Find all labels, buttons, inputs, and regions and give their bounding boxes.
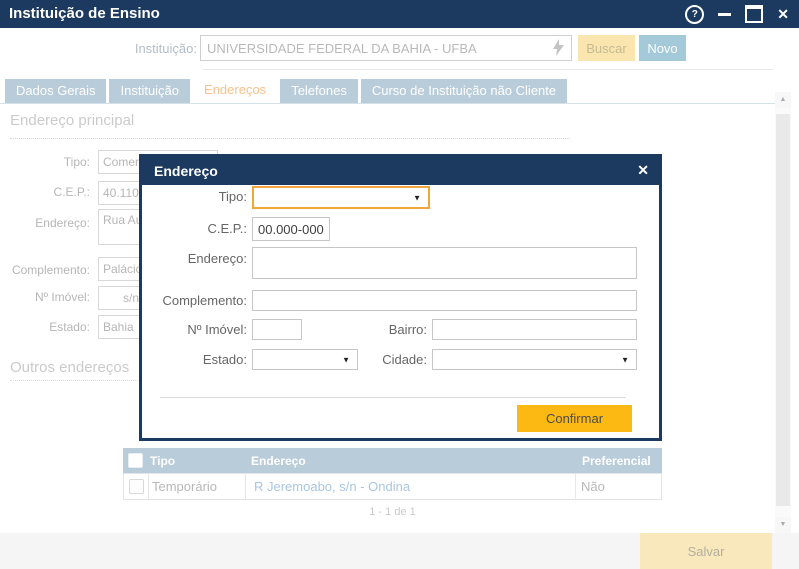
window-title: Instituição de Ensino xyxy=(9,5,160,22)
scrollbar-thumb[interactable] xyxy=(776,114,790,506)
tab-bar: Dados Gerais Instituição Endereços Telef… xyxy=(5,79,567,103)
modal-complemento-label: Complemento: xyxy=(147,293,247,308)
bg-cep-label: C.E.P.: xyxy=(2,185,90,199)
table-row[interactable]: Temporário R Jeremoabo, s/n - Ondina Não xyxy=(123,473,662,500)
close-icon[interactable]: ✕ xyxy=(777,7,789,21)
select-all-checkbox[interactable] xyxy=(128,453,143,468)
help-icon[interactable]: ? xyxy=(685,5,704,24)
tab-instituicao[interactable]: Instituição xyxy=(109,79,190,103)
modal-close-icon[interactable]: ✕ xyxy=(637,162,649,179)
modal-tipo-label: Tipo: xyxy=(147,189,247,204)
maximize-icon[interactable] xyxy=(745,5,763,23)
lightning-icon xyxy=(553,39,564,56)
modal-n-imovel-label: Nº Imóvel: xyxy=(147,322,247,337)
row-checkbox-cell xyxy=(124,474,148,499)
section-outros-enderecos: Outros endereços xyxy=(10,359,129,376)
table-header-row: Tipo Endereço Preferencial xyxy=(123,448,662,473)
pagination-status: 1 - 1 de 1 xyxy=(123,506,662,518)
section-endereco-principal: Endereço principal xyxy=(10,112,134,129)
row-preferencial: Não xyxy=(575,474,661,499)
chevron-down-icon: ▼ xyxy=(621,355,629,364)
modal-n-imovel-input[interactable] xyxy=(252,319,302,340)
modal-cep-label: C.E.P.: xyxy=(147,221,247,236)
tab-bottom-border xyxy=(0,103,775,104)
window-titlebar: Instituição de Ensino ? ✕ xyxy=(0,0,799,28)
modal-endereco-label: Endereço: xyxy=(147,251,247,266)
address-link[interactable]: R Jeremoabo, s/n - Ondina xyxy=(254,479,410,494)
header-checkbox-cell xyxy=(123,448,147,473)
header-endereco: Endereço xyxy=(243,448,577,473)
tab-telefones[interactable]: Telefones xyxy=(280,79,358,103)
bg-endereco-label: Endereço: xyxy=(2,216,90,230)
modal-bairro-label: Bairro: xyxy=(327,322,427,337)
modal-complemento-input[interactable] xyxy=(252,290,637,311)
row-tipo: Temporário xyxy=(148,474,245,499)
bg-tipo-label: Tipo: xyxy=(2,155,90,169)
modal-cidade-select[interactable]: ▼ xyxy=(432,349,637,370)
modal-cep-input[interactable] xyxy=(252,217,330,241)
row-endereco: R Jeremoabo, s/n - Ondina xyxy=(245,474,575,499)
tab-dados-gerais[interactable]: Dados Gerais xyxy=(5,79,106,103)
scroll-up-icon[interactable]: ▲ xyxy=(775,92,791,108)
scroll-down-icon[interactable]: ▼ xyxy=(775,517,791,533)
novo-button[interactable]: Novo xyxy=(639,35,686,61)
bg-complemento-label: Complemento: xyxy=(2,263,90,277)
institution-input[interactable] xyxy=(200,35,572,61)
institution-window: Instituição de Ensino ? ✕ Instituição: B… xyxy=(0,0,799,569)
modal-title: Endereço xyxy=(154,163,218,179)
search-separator xyxy=(203,69,773,70)
row-checkbox[interactable] xyxy=(129,479,144,494)
modal-footer-divider xyxy=(160,397,626,398)
modal-cidade-label: Cidade: xyxy=(327,352,427,367)
tab-curso-nao-cliente[interactable]: Curso de Instituição não Cliente xyxy=(361,79,567,103)
confirmar-button[interactable]: Confirmar xyxy=(517,405,632,432)
header-tipo: Tipo xyxy=(147,448,243,473)
institution-field-label: Instituição: xyxy=(60,41,197,56)
section-divider-1 xyxy=(10,138,570,139)
bg-estado-label: Estado: xyxy=(2,320,90,334)
bg-n-imovel-label: Nº Imóvel: xyxy=(2,290,90,304)
titlebar-icons: ? ✕ xyxy=(685,0,789,28)
minimize-icon[interactable] xyxy=(718,13,731,16)
salvar-button[interactable]: Salvar xyxy=(640,533,772,569)
chevron-down-icon: ▼ xyxy=(413,193,421,202)
buscar-button[interactable]: Buscar xyxy=(578,35,635,61)
modal-tipo-select[interactable]: ▼ xyxy=(252,186,430,209)
modal-bairro-input[interactable] xyxy=(432,319,637,340)
header-preferencial: Preferencial xyxy=(577,448,662,473)
vertical-scrollbar[interactable]: ▲ ▼ xyxy=(775,92,791,533)
addresses-table: Tipo Endereço Preferencial Temporário R … xyxy=(123,448,662,500)
modal-estado-label: Estado: xyxy=(147,352,247,367)
modal-titlebar: Endereço ✕ xyxy=(142,157,659,185)
endereco-modal: Endereço ✕ Tipo: ▼ C.E.P.: Endereço: Com… xyxy=(139,154,662,441)
tab-enderecos[interactable]: Endereços xyxy=(193,77,277,103)
modal-endereco-textarea[interactable] xyxy=(252,247,637,279)
bg-n-imovel-input[interactable] xyxy=(98,286,144,310)
